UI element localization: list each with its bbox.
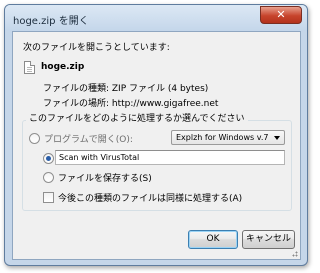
scan-option-field[interactable]: [55, 150, 285, 165]
scan-option-input[interactable]: [56, 151, 284, 164]
ok-button[interactable]: OK: [188, 230, 238, 249]
open-with-program-select[interactable]: Explzh for Windows v.7.53 (...: [171, 130, 285, 145]
open-with-label[interactable]: プログラムで開く(O):: [44, 132, 133, 145]
open-with-radio[interactable]: [29, 133, 40, 144]
remember-checkbox[interactable]: [43, 192, 54, 203]
open-with-program-value: Explzh for Windows v.7.53 (...: [176, 133, 268, 142]
dialog-body: 次のファイルを開こうとしています: hoge.zip ファイルの種類: ZIP …: [12, 31, 301, 260]
scan-radio[interactable]: [43, 153, 54, 164]
resize-grip-icon[interactable]: [290, 249, 298, 257]
action-group-label: このファイルをどのように処理するか選んでください: [26, 111, 248, 124]
save-file-radio[interactable]: [43, 172, 54, 183]
close-icon: ✕: [276, 8, 286, 21]
file-name: hoge.zip: [41, 62, 85, 72]
cancel-button[interactable]: キャンセル: [242, 230, 295, 249]
file-location-info: ファイルの場所: http://www.gigafree.net: [43, 99, 219, 109]
remember-label[interactable]: 今後この種類のファイルは同様に処理する(A): [58, 191, 242, 204]
title-bar[interactable]: hoge.zip を開く ✕: [5, 5, 307, 31]
dialog-window: hoge.zip を開く ✕ 次のファイルを開こうとしています: hoge.zi…: [4, 4, 308, 266]
file-type-info: ファイルの種類: ZIP ファイル (4 bytes): [43, 84, 209, 94]
save-file-label[interactable]: ファイルを保存する(S): [58, 171, 152, 184]
close-button[interactable]: ✕: [260, 6, 302, 24]
prompt-text: 次のファイルを開こうとしています:: [23, 43, 170, 53]
window-title: hoge.zip を開く: [13, 16, 89, 27]
chevron-down-icon: [274, 136, 280, 140]
file-icon: [24, 61, 35, 74]
